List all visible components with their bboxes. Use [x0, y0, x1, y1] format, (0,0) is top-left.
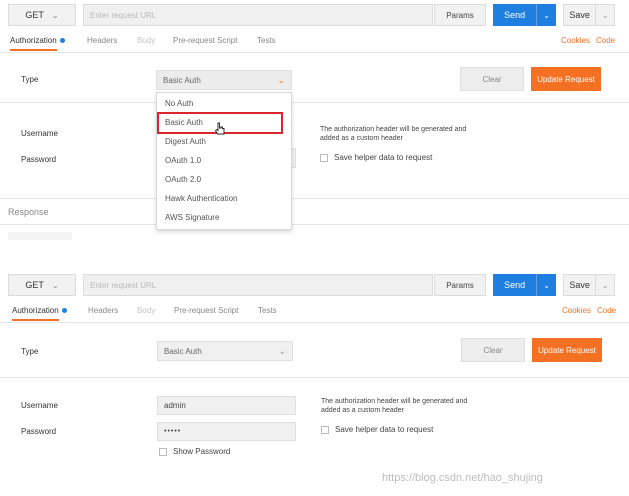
- screen-1: GET ⌄ Enter request URL Params Send ⌄ Sa…: [0, 0, 629, 240]
- method-select[interactable]: GET ⌄: [8, 274, 76, 296]
- cookies-link[interactable]: Cookies: [561, 36, 590, 45]
- request-bar: GET ⌄ Enter request URL Params Send ⌄ Sa…: [0, 270, 629, 302]
- tab-pre-request-script[interactable]: Pre-request Script: [174, 306, 238, 315]
- chevron-down-icon: ⌄: [51, 10, 59, 20]
- response-label: Response: [8, 207, 49, 217]
- password-label: Password: [21, 427, 57, 436]
- chevron-down-icon[interactable]: ⌄: [536, 274, 556, 296]
- tab-pre-request-script[interactable]: Pre-request Script: [173, 36, 237, 45]
- tab-label: Authorization: [10, 36, 57, 45]
- divider: [0, 102, 629, 103]
- dropdown-option[interactable]: Digest Auth: [165, 137, 206, 146]
- request-tabs: Authorization Headers Body Pre-request S…: [0, 300, 629, 323]
- save-helper-checkbox[interactable]: [321, 425, 329, 434]
- send-button[interactable]: Send ⌄: [493, 274, 556, 296]
- url-input[interactable]: Enter request URL: [83, 274, 433, 296]
- method-label: GET: [25, 10, 44, 20]
- chevron-down-icon[interactable]: ⌄: [595, 275, 614, 295]
- username-field[interactable]: admin: [157, 396, 296, 415]
- type-label: Type: [21, 347, 39, 356]
- show-password-checkbox[interactable]: [159, 447, 167, 456]
- update-request-button[interactable]: Update Request: [532, 338, 602, 362]
- tab-body[interactable]: Body: [137, 36, 155, 45]
- password-label: Password: [21, 155, 57, 164]
- save-button[interactable]: Save ⌄: [563, 4, 615, 26]
- save-helper-row[interactable]: Save helper data to request: [320, 153, 432, 162]
- tab-headers[interactable]: Headers: [87, 36, 117, 45]
- tab-body[interactable]: Body: [137, 306, 155, 315]
- tab-tests[interactable]: Tests: [257, 36, 276, 45]
- divider: [0, 377, 629, 378]
- save-button[interactable]: Save ⌄: [563, 274, 615, 296]
- tab-authorization[interactable]: Authorization: [12, 306, 67, 321]
- watermark: https://blog.csdn.net/hao_shujing: [382, 472, 543, 484]
- auth-type-select[interactable]: Basic Auth ⌄: [156, 70, 292, 90]
- method-label: GET: [25, 280, 44, 290]
- username-label: Username: [21, 401, 58, 410]
- save-label: Save: [569, 10, 590, 20]
- show-password-label: Show Password: [173, 447, 231, 456]
- code-link[interactable]: Code: [597, 306, 616, 315]
- dropdown-option[interactable]: OAuth 2.0: [165, 175, 201, 184]
- tab-authorization[interactable]: Authorization: [10, 36, 65, 51]
- response-placeholder: [8, 232, 72, 240]
- chevron-down-icon: ⌄: [51, 280, 59, 290]
- send-button[interactable]: Send ⌄: [493, 4, 556, 26]
- type-label: Type: [21, 75, 39, 84]
- auth-type-value: Basic Auth: [163, 75, 201, 85]
- chevron-down-icon: ⌄: [278, 345, 286, 356]
- clear-button[interactable]: Clear: [460, 67, 524, 91]
- save-helper-label: Save helper data to request: [334, 153, 433, 162]
- clear-button[interactable]: Clear: [461, 338, 525, 362]
- method-select[interactable]: GET ⌄: [8, 4, 76, 26]
- dropdown-option[interactable]: Hawk Authentication: [165, 194, 238, 203]
- screen-2: GET ⌄ Enter request URL Params Send ⌄ Sa…: [0, 270, 629, 490]
- tab-headers[interactable]: Headers: [88, 306, 118, 315]
- dropdown-option[interactable]: OAuth 1.0: [165, 156, 201, 165]
- auth-type-value: Basic Auth: [164, 346, 202, 356]
- active-dot-icon: [61, 308, 67, 314]
- save-helper-checkbox[interactable]: [320, 153, 328, 162]
- request-bar: GET ⌄ Enter request URL Params Send ⌄ Sa…: [0, 0, 629, 32]
- request-tabs: Authorization Headers Body Pre-request S…: [0, 30, 629, 53]
- chevron-down-icon[interactable]: ⌄: [595, 5, 614, 25]
- params-button[interactable]: Params: [434, 274, 486, 296]
- send-label: Send: [504, 280, 526, 290]
- save-helper-label: Save helper data to request: [335, 425, 434, 434]
- dropdown-option[interactable]: AWS Signature: [165, 213, 219, 222]
- auth-header-note: The authorization header will be generat…: [321, 398, 468, 414]
- update-request-button[interactable]: Update Request: [531, 67, 601, 91]
- code-link[interactable]: Code: [596, 36, 615, 45]
- params-button[interactable]: Params: [434, 4, 486, 26]
- cookies-link[interactable]: Cookies: [562, 306, 591, 315]
- username-label: Username: [21, 129, 58, 138]
- auth-header-note: The authorization header will be generat…: [320, 126, 467, 142]
- send-label: Send: [504, 10, 526, 20]
- hand-cursor-icon: [214, 122, 225, 135]
- divider: [0, 224, 629, 225]
- show-password-row[interactable]: Show Password: [159, 447, 230, 456]
- save-label: Save: [569, 280, 590, 290]
- url-input[interactable]: Enter request URL: [83, 4, 433, 26]
- auth-type-select[interactable]: Basic Auth ⌄: [157, 341, 293, 361]
- tab-tests[interactable]: Tests: [258, 306, 277, 315]
- save-helper-row[interactable]: Save helper data to request: [321, 425, 433, 434]
- chevron-down-icon: ⌄: [277, 74, 285, 85]
- dropdown-option[interactable]: No Auth: [165, 99, 193, 108]
- tab-label: Authorization: [12, 306, 59, 315]
- divider: [0, 198, 629, 199]
- chevron-down-icon[interactable]: ⌄: [536, 4, 556, 26]
- active-dot-icon: [59, 38, 65, 44]
- password-field[interactable]: •••••: [157, 422, 296, 441]
